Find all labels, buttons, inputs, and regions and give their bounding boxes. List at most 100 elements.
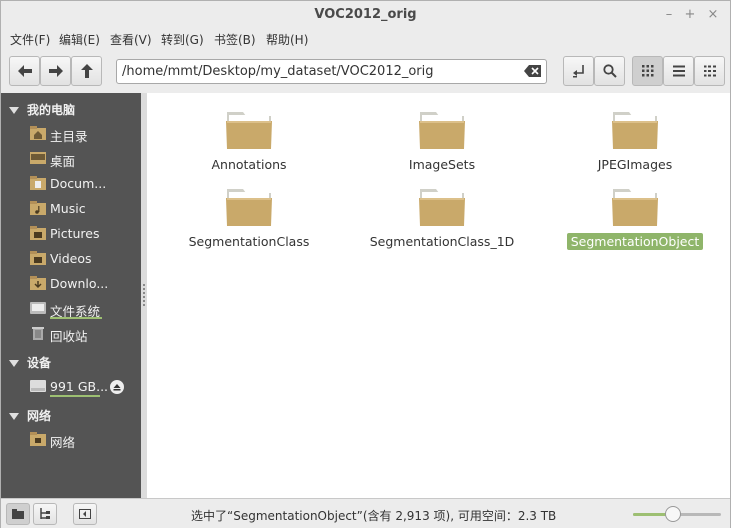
window-title: VOC2012_orig (314, 7, 417, 22)
sidebar-item-filesystem[interactable]: 文件系统 (30, 298, 138, 320)
folder-item[interactable]: ImageSets (352, 109, 532, 179)
sidebar-item-label: 991 GB... (50, 379, 109, 394)
folder-icon (419, 112, 465, 149)
folder-name: ImageSets (408, 157, 476, 172)
clear-location-icon[interactable] (524, 64, 542, 78)
search-button[interactable] (594, 56, 625, 86)
folder-icon (419, 189, 465, 226)
folder-icon (226, 189, 272, 226)
sidebar-section-title: 设备 (27, 356, 52, 370)
sidebar-item-home[interactable]: 主目录 (30, 123, 138, 145)
tree-icon (40, 508, 50, 519)
sidebar-item-drive[interactable]: 991 GB... (30, 376, 138, 398)
location-entry[interactable]: /home/mmt/Desktop/my_dataset/VOC2012_ori… (116, 59, 547, 84)
folder-icon (612, 189, 658, 226)
sidebar-item-label: 桌面 (50, 154, 76, 169)
sidebar-item-music[interactable]: Music (30, 198, 138, 220)
sidebar-item-documents[interactable]: Docum... (30, 173, 138, 195)
folder-name: Annotations (211, 157, 287, 172)
splitter-grip (143, 292, 145, 294)
downloads-folder-icon (30, 276, 46, 290)
sidebar-item-trash[interactable]: 回收站 (30, 323, 138, 345)
folder-name: SegmentationObject (545, 233, 725, 250)
sidebar-section-devices[interactable]: 设备 (9, 354, 51, 371)
menu-bookmarks[interactable]: 书签(B) (214, 31, 256, 48)
filesystem-icon (30, 302, 46, 314)
show-places-button[interactable] (6, 503, 30, 525)
status-bar: 选中了“SegmentationObject”(含有 2,913 项), 可用空… (1, 498, 730, 528)
arrow-up-icon (80, 64, 93, 78)
sidebar-item-label: Videos (50, 251, 92, 266)
folder-item[interactable]: SegmentationClass_1D (352, 186, 532, 256)
home-folder-icon (30, 126, 46, 140)
sidebar-item-desktop[interactable]: 桌面 (30, 148, 138, 170)
compact-view-button[interactable] (694, 56, 725, 86)
music-folder-icon (30, 201, 46, 215)
folder-item[interactable]: SegmentationClass (159, 186, 339, 256)
sidebar-section-title: 我的电脑 (27, 103, 76, 117)
arrow-left-icon (17, 65, 32, 77)
grid-view-icon (641, 65, 653, 77)
sidebar-section-computer[interactable]: 我的电脑 (9, 101, 75, 118)
menu-bar: 文件(F) 编辑(E) 查看(V) 转到(G) 书签(B) 帮助(H) (1, 29, 730, 49)
sidebar-item-label: Pictures (50, 226, 100, 241)
menu-edit[interactable]: 编辑(E) (59, 31, 100, 48)
folder-name: JPEGImages (597, 157, 673, 172)
desktop-icon (30, 152, 46, 164)
menu-file[interactable]: 文件(F) (10, 31, 50, 48)
sidebar-item-label: Docum... (50, 176, 107, 191)
sidebar-item-downloads[interactable]: Downlo... (30, 273, 138, 295)
expander-icon (9, 413, 19, 420)
compact-view-icon (703, 65, 716, 77)
arrow-right-icon (48, 65, 63, 77)
trash-icon (32, 327, 44, 340)
splitter-grip (143, 288, 145, 290)
splitter-grip (143, 304, 145, 306)
sidebar-item-label: 主目录 (50, 129, 88, 144)
folder-icon (226, 112, 272, 149)
sidebar-toggle-icon (79, 509, 91, 519)
toggle-location-button[interactable] (563, 56, 594, 86)
title-bar[interactable]: VOC2012_orig – + × (1, 1, 730, 29)
splitter-grip (143, 296, 145, 298)
forward-button[interactable] (40, 56, 71, 86)
sidebar-item-label: 回收站 (50, 329, 88, 344)
close-button[interactable]: × (704, 6, 722, 24)
eject-icon[interactable] (110, 380, 124, 394)
sidebar-item-pictures[interactable]: Pictures (30, 223, 138, 245)
path-toggle-icon (572, 65, 584, 78)
zoom-slider-handle[interactable] (664, 506, 681, 522)
menu-view[interactable]: 查看(V) (110, 31, 152, 48)
sidebar: 我的电脑 主目录 桌面 Docum... Music Pictures Vide… (1, 93, 141, 498)
sidebar-section-title: 网络 (27, 409, 52, 423)
splitter-grip (143, 284, 145, 286)
minimize-button[interactable]: – (660, 6, 678, 24)
sidebar-item-videos[interactable]: Videos (30, 248, 138, 270)
expander-icon (9, 360, 19, 367)
folder-name: SegmentationClass (188, 234, 310, 249)
list-view-icon (672, 65, 685, 77)
sidebar-item-network[interactable]: 网络 (30, 429, 138, 451)
back-button[interactable] (9, 56, 40, 86)
folder-item[interactable]: JPEGImages (545, 109, 725, 179)
file-manager-window: VOC2012_orig – + × 文件(F) 编辑(E) 查看(V) 转到(… (0, 0, 731, 528)
folder-item-selected[interactable]: SegmentationObject (545, 186, 725, 256)
list-view-button[interactable] (663, 56, 694, 86)
search-icon (602, 64, 617, 78)
file-view[interactable]: Annotations ImageSets JPEGImages Segment… (147, 93, 730, 498)
documents-folder-icon (30, 176, 46, 190)
show-treeview-button[interactable] (33, 503, 57, 525)
maximize-button[interactable]: + (681, 6, 699, 24)
sidebar-item-label: Music (50, 201, 86, 216)
icon-view-button[interactable] (632, 56, 663, 86)
menu-help[interactable]: 帮助(H) (266, 31, 308, 48)
folder-item[interactable]: Annotations (159, 109, 339, 179)
menu-go[interactable]: 转到(G) (161, 31, 204, 48)
splitter-grip (143, 300, 145, 302)
network-icon (30, 432, 46, 446)
sidebar-item-label: 网络 (50, 435, 76, 450)
up-button[interactable] (71, 56, 102, 86)
hide-sidebar-button[interactable] (73, 503, 97, 525)
usage-bar (50, 395, 100, 397)
sidebar-section-network[interactable]: 网络 (9, 407, 51, 424)
